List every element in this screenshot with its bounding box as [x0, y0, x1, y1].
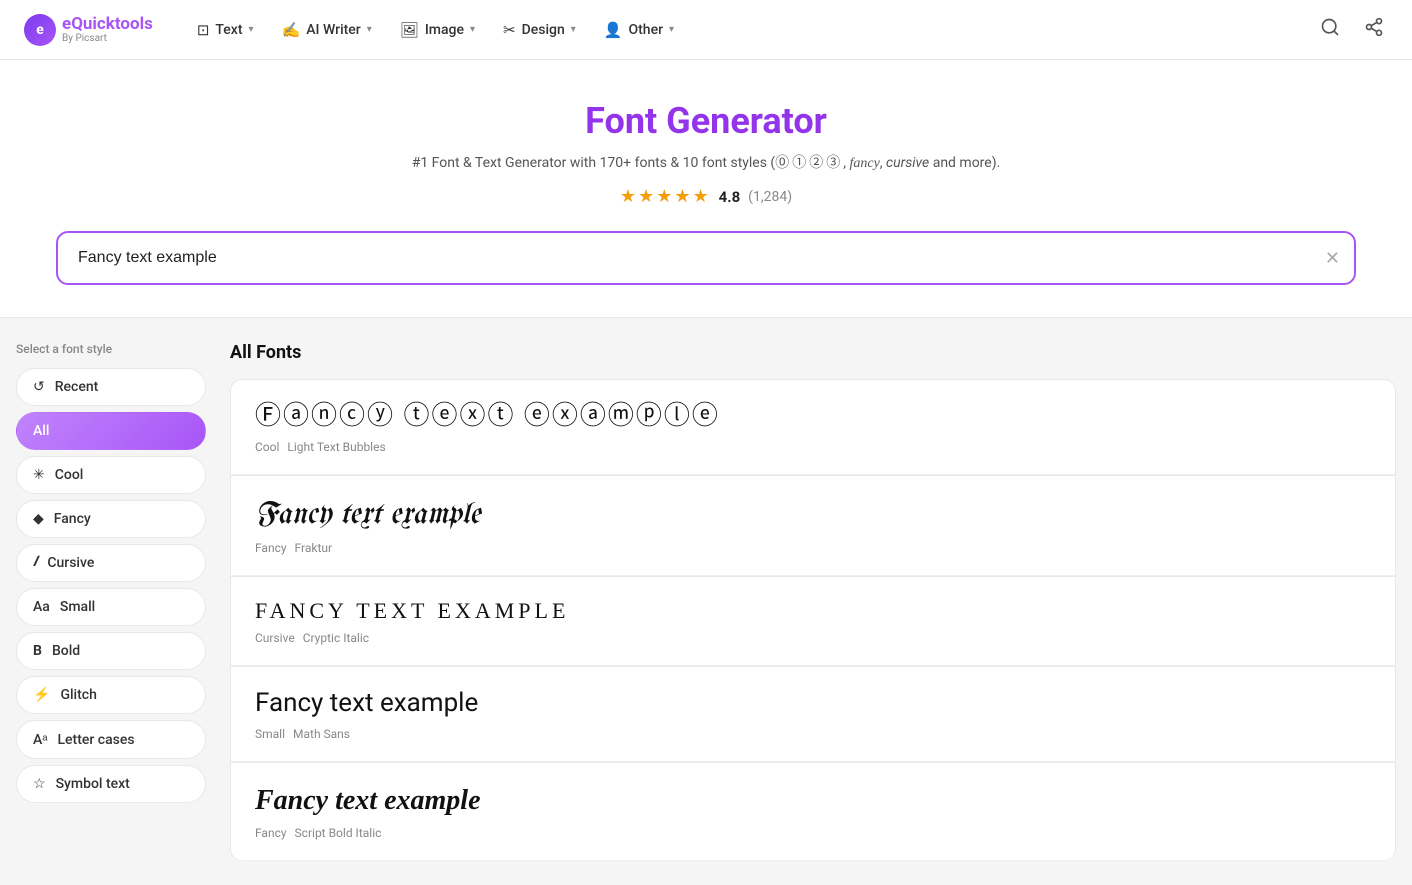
hero-section: Font Generator #1 Font & Text Generator … [0, 60, 1412, 318]
bold-icon: B [33, 643, 42, 659]
font-tag: Cool [255, 440, 279, 454]
font-preview: Fancy text example [255, 687, 1371, 721]
nav-item-image[interactable]: 🖼 Image ▾ [388, 15, 487, 45]
font-tags: Small Math Sans [255, 727, 1371, 741]
rating-count: (1,284) [748, 189, 792, 205]
sidebar-item-all[interactable]: All [16, 412, 206, 450]
chevron-down-icon: ▾ [367, 24, 372, 35]
sidebar-item-cursive[interactable]: 𝑰 Cursive [16, 544, 206, 582]
sidebar-item-letter-cases[interactable]: Aᵃ Letter cases [16, 720, 206, 759]
font-tag: Fancy [255, 541, 287, 555]
text-icon: ⊡ [197, 21, 210, 39]
font-tag: Cryptic Italic [303, 631, 369, 645]
other-icon: 👤 [604, 21, 623, 39]
sidebar-item-recent[interactable]: ↺ Recent [16, 368, 206, 406]
search-wrapper: ✕ [56, 231, 1356, 285]
sidebar: Select a font style ↺ Recent All ✳ Cool … [16, 342, 206, 861]
font-preview: Fancy text example [255, 783, 1371, 819]
nav-item-text[interactable]: ⊡ Text ▾ [185, 15, 266, 45]
sidebar-item-cool[interactable]: ✳ Cool [16, 456, 206, 494]
font-tag: Script Bold Italic [295, 826, 382, 840]
font-card-script-bold[interactable]: Fancy text example Fancy Script Bold Ita… [230, 762, 1396, 860]
navbar: e eQuicktools By Picsart ⊡ Text ▾ ✍ AI W… [0, 0, 1412, 60]
chevron-down-icon: ▾ [249, 24, 254, 35]
hero-rating: ★★★★★ 4.8 (1,284) [24, 186, 1388, 207]
nav-item-ai-writer[interactable]: ✍ AI Writer ▾ [270, 15, 384, 45]
rating-value: 4.8 [719, 188, 741, 206]
image-icon: 🖼 [400, 21, 419, 39]
cursive-icon: 𝑰 [33, 555, 37, 571]
letter-cases-icon: Aᵃ [33, 731, 48, 748]
font-preview: Ⓕⓐⓝⓒⓨ ⓣⓔⓧⓣ ⓔⓧⓐⓜⓟⓛⓔ [255, 400, 1371, 434]
font-tag: Cursive [255, 631, 295, 645]
logo-text: eQuicktools By Picsart [62, 15, 153, 45]
design-icon: ✂ [503, 21, 516, 39]
font-card-bubbles[interactable]: Ⓕⓐⓝⓒⓨ ⓣⓔⓧⓣ ⓔⓧⓐⓜⓟⓛⓔ Cool Light Text Bubbl… [230, 379, 1396, 475]
search-input[interactable] [56, 231, 1356, 285]
logo-icon: e [24, 14, 56, 46]
font-preview: FANCY TEXT EXAMPLE [255, 597, 1371, 626]
sidebar-item-glitch[interactable]: ⚡ Glitch [16, 676, 206, 714]
font-tags: Cool Light Text Bubbles [255, 440, 1371, 454]
font-tag: Fancy [255, 826, 287, 840]
nav-item-other[interactable]: 👤 Other ▾ [592, 15, 686, 45]
sidebar-item-symbol-text[interactable]: ☆ Symbol text [16, 765, 206, 803]
fancy-icon: ◆ [33, 511, 44, 527]
font-list: Ⓕⓐⓝⓒⓨ ⓣⓔⓧⓣ ⓔⓧⓐⓜⓟⓛⓔ Cool Light Text Bubbl… [230, 379, 1396, 861]
main-layout: Select a font style ↺ Recent All ✳ Cool … [0, 318, 1412, 885]
nav-item-design[interactable]: ✂ Design ▾ [491, 15, 588, 45]
hero-subtitle: #1 Font & Text Generator with 170+ fonts… [24, 152, 1388, 172]
sidebar-item-small[interactable]: Aa Small [16, 588, 206, 626]
share-button[interactable] [1360, 13, 1388, 46]
sidebar-label: Select a font style [16, 342, 206, 356]
nav-items: ⊡ Text ▾ ✍ AI Writer ▾ 🖼 Image ▾ ✂ Desig… [185, 15, 1316, 45]
share-icon [1364, 17, 1384, 37]
font-results: All Fonts Ⓕⓐⓝⓒⓨ ⓣⓔⓧⓣ ⓔⓧⓐⓜⓟⓛⓔ Cool Light … [230, 342, 1396, 861]
search-button[interactable] [1316, 13, 1344, 46]
small-icon: Aa [33, 599, 50, 615]
page-title: Font Generator [24, 100, 1388, 142]
font-tags: Fancy Script Bold Italic [255, 826, 1371, 840]
font-preview: Fancy text example [255, 496, 1371, 535]
font-tag: Math Sans [293, 727, 350, 741]
font-tags: Fancy Fraktur [255, 541, 1371, 555]
recent-icon: ↺ [33, 379, 45, 395]
symbol-icon: ☆ [33, 776, 46, 792]
search-icon [1320, 17, 1340, 37]
section-title: All Fonts [230, 342, 1396, 363]
cool-icon: ✳ [33, 467, 45, 483]
clear-button[interactable]: ✕ [1325, 249, 1340, 267]
sidebar-item-fancy[interactable]: ◆ Fancy [16, 500, 206, 538]
nav-actions [1316, 13, 1388, 46]
glitch-icon: ⚡ [33, 687, 50, 703]
font-tags: Cursive Cryptic Italic [255, 631, 1371, 645]
font-card-fraktur[interactable]: Fancy text example Fancy Fraktur [230, 475, 1396, 576]
chevron-down-icon: ▾ [669, 24, 674, 35]
sidebar-items: ↺ Recent All ✳ Cool ◆ Fancy 𝑰 Cursive Aa… [16, 368, 206, 803]
font-tag: Fraktur [295, 541, 333, 555]
font-tag: Small [255, 727, 285, 741]
logo[interactable]: e eQuicktools By Picsart [24, 14, 153, 46]
font-card-cryptic[interactable]: FANCY TEXT EXAMPLE Cursive Cryptic Itali… [230, 576, 1396, 667]
star-icons: ★★★★★ [620, 186, 711, 207]
chevron-down-icon: ▾ [571, 24, 576, 35]
ai-writer-icon: ✍ [282, 21, 301, 39]
chevron-down-icon: ▾ [470, 24, 475, 35]
font-card-math-sans[interactable]: Fancy text example Small Math Sans [230, 666, 1396, 762]
font-tag: Light Text Bubbles [287, 440, 385, 454]
sidebar-item-bold[interactable]: B Bold [16, 632, 206, 670]
